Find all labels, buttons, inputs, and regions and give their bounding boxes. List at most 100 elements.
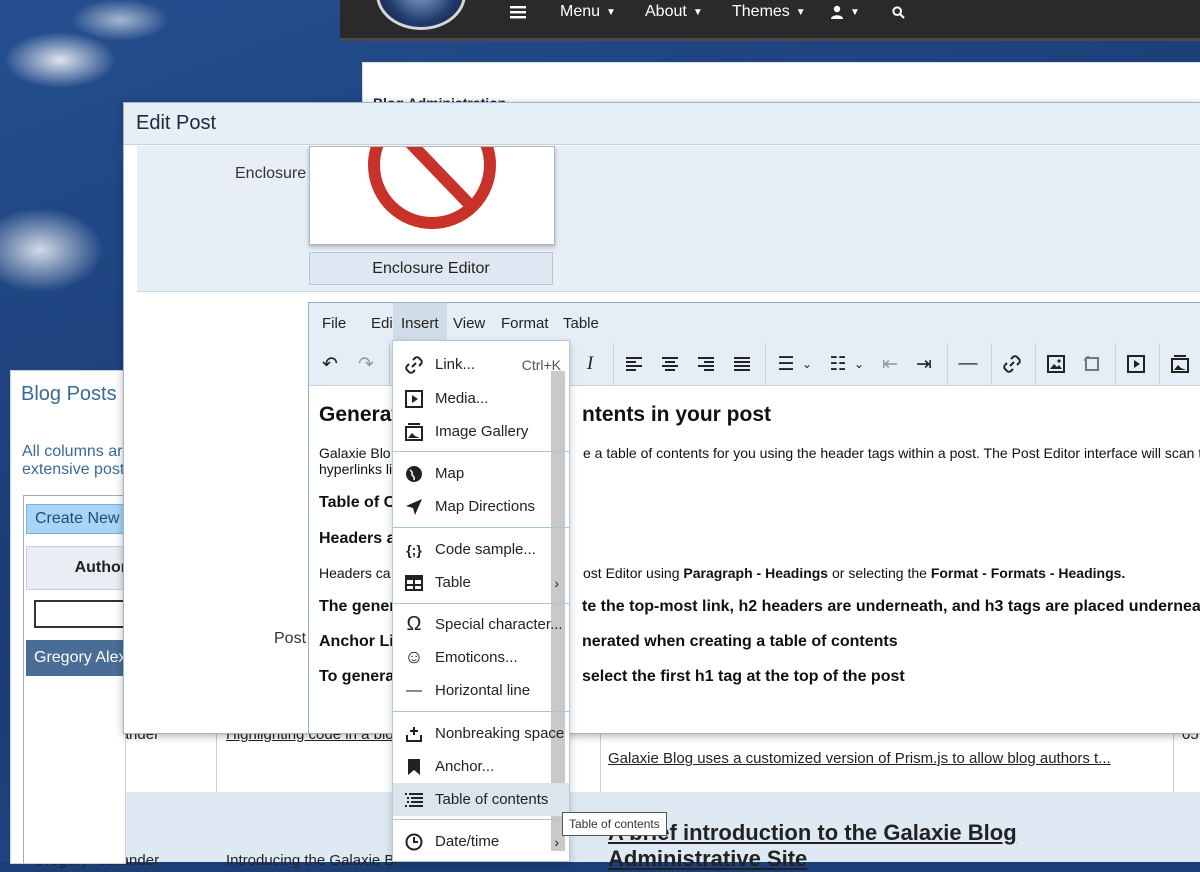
content-para2-left: Headers ca xyxy=(319,565,391,581)
menu-item-label: Link... xyxy=(435,356,476,373)
menu-item-label: Horizontal line xyxy=(435,682,531,699)
menu-item-image-gallery[interactable]: Image Gallery xyxy=(393,415,569,448)
create-new-post-button[interactable]: Create New Post xyxy=(26,504,125,534)
hamburger-icon[interactable] xyxy=(510,0,526,24)
media-icon xyxy=(393,389,435,408)
enclosure-label: Enclosure xyxy=(235,165,307,182)
edit-post-dialog: Edit Post Enclosure Enclosure Editor Pos… xyxy=(123,102,1200,734)
content-para-line2: hyperlinks li xyxy=(319,461,393,477)
nav-themes-label: Themes xyxy=(732,3,790,20)
posts-grid: Create New Post Author Gregory Alexander xyxy=(23,495,125,863)
menu-divider xyxy=(393,451,569,452)
content-headers-heading: Headers a xyxy=(319,530,396,547)
content-toc-heading: Table of C xyxy=(319,494,396,511)
align-right-icon[interactable] xyxy=(691,349,721,379)
italic-icon[interactable]: I xyxy=(575,349,605,379)
content-gen-right: te the top-most link, h2 headers are und… xyxy=(582,598,1200,615)
code-sample-icon: {;} xyxy=(406,541,422,558)
justify-icon[interactable] xyxy=(727,349,757,379)
content-gen-left: The gener xyxy=(319,598,396,615)
menu-item-label: Code sample... xyxy=(435,541,536,558)
menu-item-nonbreaking-space[interactable]: Nonbreaking space xyxy=(393,717,569,750)
outdent-icon[interactable]: ⇤ xyxy=(875,349,905,379)
undo-icon[interactable]: ↶ xyxy=(315,349,345,379)
smiley-icon: ☺ xyxy=(404,646,424,668)
horizontal-line-icon: — xyxy=(406,681,422,699)
menu-format[interactable]: Format xyxy=(493,303,557,343)
menu-item-label: Map xyxy=(435,465,465,482)
tooltip: Table of contents xyxy=(562,812,667,836)
menu-item-emoticons[interactable]: ☺ Emoticons... xyxy=(393,641,569,674)
clock-icon xyxy=(393,833,435,851)
media-icon[interactable] xyxy=(1121,349,1151,379)
nav-menu[interactable]: Menu ▼ xyxy=(560,0,616,24)
table-cell-heading-link-2[interactable]: Administrative Site xyxy=(608,846,807,872)
menu-item-map-directions[interactable]: Map Directions xyxy=(393,490,569,523)
menu-divider xyxy=(393,819,569,820)
redo-icon[interactable]: ↷ xyxy=(351,349,381,379)
menu-file[interactable]: File xyxy=(314,303,354,343)
content-para-left: Galaxie Blo xyxy=(319,445,391,461)
nav-about-label: About xyxy=(645,3,687,20)
blog-posts-panel: Blog Posts All columns are extensive pos… xyxy=(10,370,126,864)
bullet-list-icon[interactable]: ☰ xyxy=(771,349,801,379)
enclosure-thumbnail[interactable] xyxy=(309,146,555,245)
menu-item-table[interactable]: Table › xyxy=(393,566,569,599)
nav-themes[interactable]: Themes ▼ xyxy=(732,0,806,24)
indent-icon[interactable]: ⇥ xyxy=(909,349,939,379)
content-to-left: To genera xyxy=(319,668,395,685)
editor-menubar: File Edit Insert View Format Table xyxy=(309,303,1200,344)
caret-down-icon: ▼ xyxy=(795,6,806,18)
selected-row[interactable]: Gregory Alexander xyxy=(26,640,125,676)
menu-item-table-of-contents[interactable]: Table of contents xyxy=(393,783,569,816)
align-left-icon[interactable] xyxy=(619,349,649,379)
content-heading-right: ntents in your post xyxy=(582,403,771,426)
numbered-list-icon[interactable]: ☷ xyxy=(823,349,853,379)
menu-table[interactable]: Table xyxy=(555,303,607,343)
image-gallery-icon[interactable] xyxy=(1165,349,1195,379)
chevron-down-icon[interactable]: ⌄ xyxy=(799,349,815,379)
author-column-header[interactable]: Author xyxy=(26,546,125,590)
search-icon[interactable] xyxy=(892,0,905,24)
menu-view[interactable]: View xyxy=(445,303,493,343)
toolbar-divider xyxy=(389,343,390,385)
dialog-title: Edit Post xyxy=(124,103,1200,145)
link-icon[interactable] xyxy=(997,349,1027,379)
menu-item-code-sample[interactable]: {;} Code sample... xyxy=(393,533,569,566)
content-para2-right: ost Editor using Paragraph - Headings or… xyxy=(583,565,1125,581)
menu-item-horizontal-line[interactable]: — Horizontal line xyxy=(393,674,569,707)
chevron-right-icon: › xyxy=(554,833,559,850)
no-image-icon xyxy=(368,147,496,229)
nav-menu-label: Menu xyxy=(560,3,601,20)
nav-about[interactable]: About ▼ xyxy=(645,0,703,24)
site-logo[interactable] xyxy=(376,0,466,30)
menu-item-media[interactable]: Media... xyxy=(393,382,569,415)
insert-menu-dropdown: Link... Ctrl+K Media... Image Gallery Ma… xyxy=(392,340,570,862)
horizontal-line-icon[interactable]: — xyxy=(953,349,983,379)
image-icon[interactable] xyxy=(1041,349,1071,379)
menu-insert[interactable]: Insert xyxy=(393,303,447,343)
table-cell-title: Introducing the Galaxie Blog xyxy=(226,852,396,869)
table-cell-desc-link[interactable]: Galaxie Blog uses a customized version o… xyxy=(608,750,1111,767)
toolbar-divider xyxy=(991,343,992,385)
author-filter-input[interactable] xyxy=(34,600,125,628)
menu-item-label: Image Gallery xyxy=(435,423,529,440)
menu-divider xyxy=(393,527,569,528)
caret-down-icon: ▼ xyxy=(692,6,703,18)
menu-item-map[interactable]: Map xyxy=(393,457,569,490)
toc-icon xyxy=(393,792,435,807)
menu-item-date-time[interactable]: Date/time › xyxy=(393,825,569,858)
content-heading-left: Generat xyxy=(319,403,399,426)
para2-text-c: or selecting the xyxy=(828,565,931,581)
menu-item-special-character[interactable]: Ω Special character... xyxy=(393,608,569,641)
edit-image-icon[interactable] xyxy=(1077,349,1107,379)
table-cell-heading-link[interactable]: A brief introduction to the Galaxie Blog xyxy=(608,820,1017,846)
align-center-icon[interactable] xyxy=(655,349,685,379)
menu-item-link[interactable]: Link... Ctrl+K xyxy=(393,348,569,381)
menu-item-anchor[interactable]: Anchor... xyxy=(393,750,569,783)
enclosure-section: Enclosure Enclosure Editor xyxy=(137,146,1200,292)
chevron-down-icon[interactable]: ⌄ xyxy=(851,349,867,379)
enclosure-editor-button[interactable]: Enclosure Editor xyxy=(309,252,553,285)
user-menu[interactable]: ▼ xyxy=(830,0,860,24)
menu-item-shortcut: Ctrl+K xyxy=(521,356,561,373)
